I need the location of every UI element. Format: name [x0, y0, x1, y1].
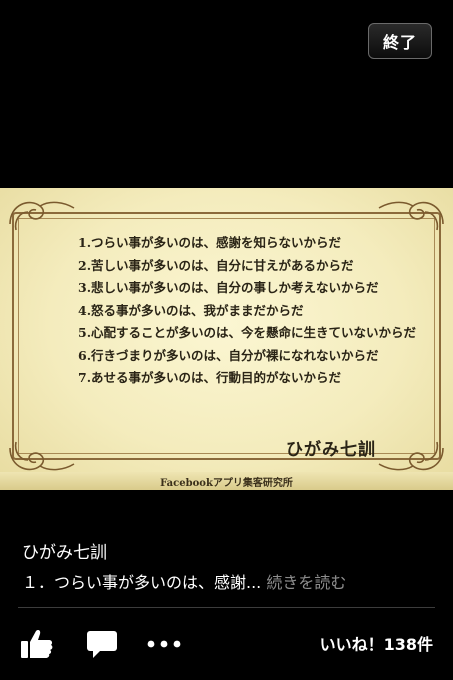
photo-title: ひがみ七訓: [286, 440, 376, 460]
action-bar: いいね！138件: [0, 618, 453, 674]
caption-excerpt: １．つらい事が多いのは、感謝...: [22, 573, 262, 592]
precept-item: 4.怒る事が多いのは、我がままだからだ: [78, 302, 304, 318]
precept-item: 6.行きづまりが多いのは、自分が裸になれないからだ: [78, 347, 379, 363]
caption-title: ひがみ七訓: [22, 543, 107, 563]
precepts-list: 1.つらい事が多いのは、感謝を知らないからだ 2.苦しい事が多いのは、自分に甘え…: [78, 232, 416, 390]
more-button[interactable]: [146, 626, 184, 662]
ornament-top-right-icon: [377, 194, 447, 234]
read-more-link[interactable]: 続きを読む: [266, 573, 346, 592]
precept-item: 3.悲しい事が多いのは、自分の事しか考えないからだ: [78, 280, 379, 295]
done-button[interactable]: 終了: [368, 23, 432, 59]
precept-item: 1.つらい事が多いのは、感謝を知らないからだ: [78, 235, 342, 250]
ornament-top-left-icon: [6, 194, 76, 234]
comment-button[interactable]: [86, 626, 120, 662]
precept-item: 2.苦しい事が多いのは、自分に甘えがあるからだ: [78, 257, 354, 273]
photo: 1.つらい事が多いのは、感謝を知らないからだ 2.苦しい事が多いのは、自分に甘え…: [0, 188, 453, 490]
divider: [18, 607, 435, 608]
comment-bubble-icon: [87, 631, 117, 658]
precept-item: 5.心配することが多いのは、今を懸命に生きていないからだ: [78, 325, 417, 340]
caption-text: １．つらい事が多いのは、感謝... 続きを読む: [22, 569, 346, 593]
photo-footer: Facebookアプリ集客研究所: [0, 472, 453, 490]
like-count[interactable]: いいね！138件: [320, 631, 433, 655]
like-button[interactable]: [20, 626, 56, 662]
thumbs-up-icon: [21, 630, 53, 658]
ellipsis-icon: [147, 640, 181, 648]
precept-item: 7.あせる事が多いのは、行動目的がないからだ: [78, 370, 342, 385]
